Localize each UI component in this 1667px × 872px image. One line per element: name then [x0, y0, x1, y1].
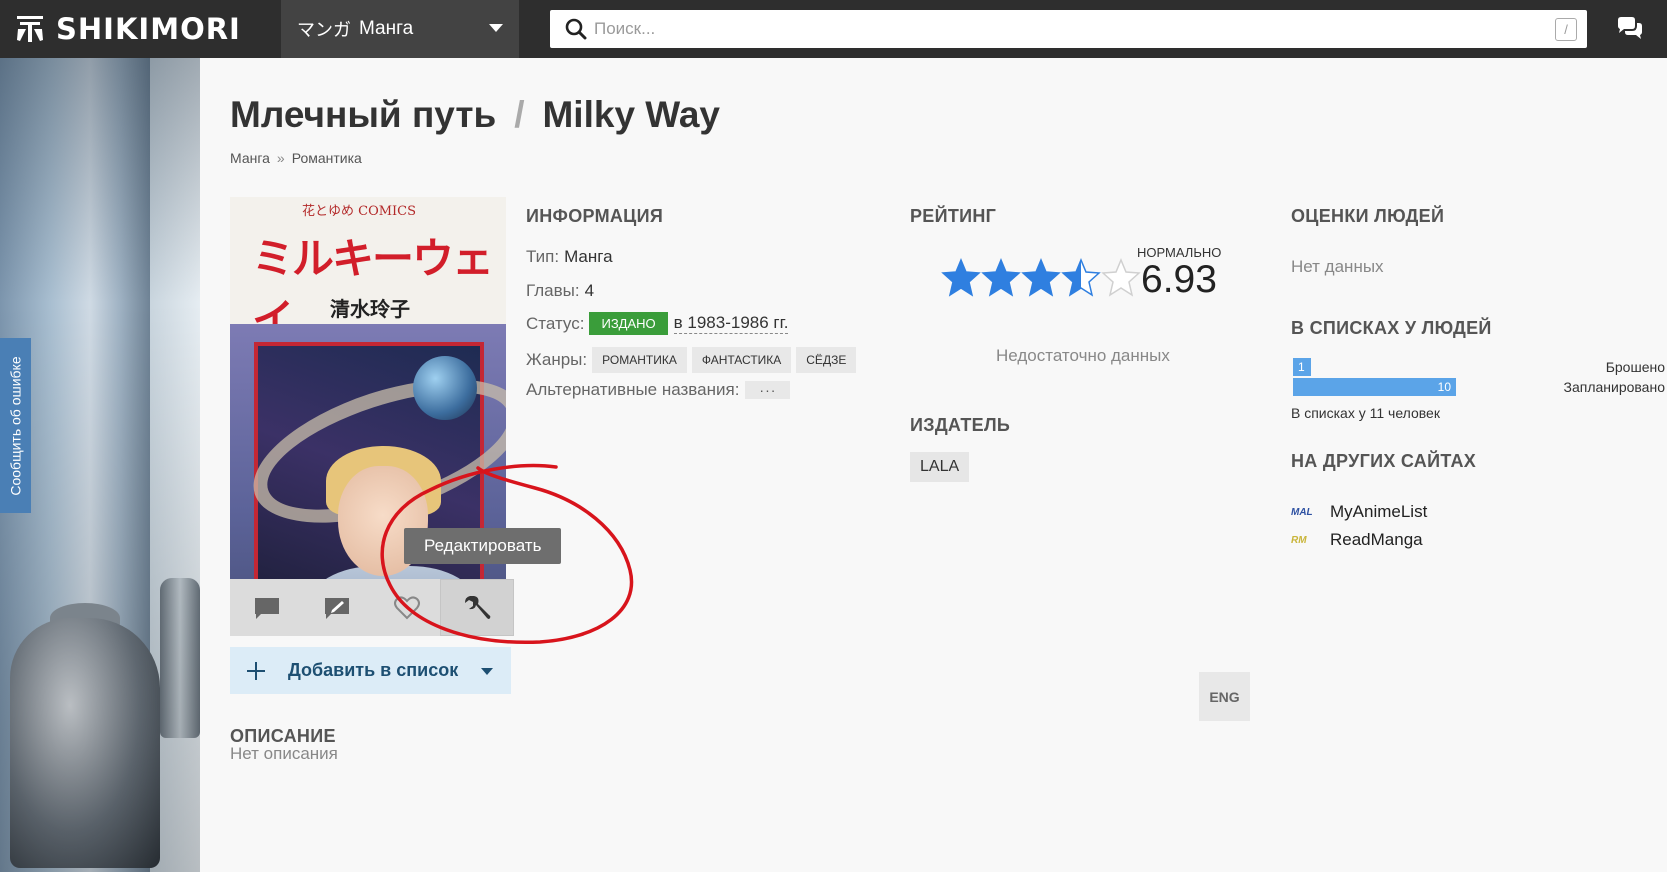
info-alt-names-label: Альтернативные названия: [526, 380, 740, 399]
star-icon [1061, 258, 1101, 297]
breadcrumb-manga[interactable]: Манга [230, 150, 270, 166]
publisher-tag[interactable]: LALA [910, 452, 970, 482]
main-content: Млечный путь / Milky Way Манга » Романтика 花… [200, 58, 1667, 872]
review-icon [325, 597, 349, 619]
user-list-status-label: Запланировано [1563, 379, 1666, 395]
search-icon [558, 10, 594, 48]
manga-poster[interactable]: 花とゆめ COMICS ミルキーウェイ 清水玲子 [230, 197, 506, 636]
report-error-label: Сообщить об ошибке [7, 355, 24, 496]
breadcrumb-separator: » [276, 150, 285, 166]
section-japanese-label: マンガ [297, 20, 351, 41]
search-input[interactable] [594, 19, 1494, 39]
info-status-row: Статус: издано в 1983-1986 гг. [526, 312, 789, 335]
title-separator: / [514, 94, 525, 135]
poster-action-bar [230, 579, 514, 636]
info-chapters-label: Главы: [526, 281, 580, 300]
genre-tag[interactable]: романтика [592, 347, 687, 373]
chevron-down-icon[interactable] [481, 668, 493, 675]
rating-stars [941, 258, 1141, 298]
status-badge: издано [589, 312, 668, 335]
favorite-button[interactable] [370, 579, 444, 636]
star-icon [1021, 258, 1061, 297]
edit-tooltip: Редактировать [404, 528, 562, 564]
user-list-count: 10 [1437, 380, 1451, 394]
user-lists-header: В списках у людей [1291, 318, 1492, 338]
star-icon [941, 258, 981, 297]
search-bar: / [550, 10, 1587, 48]
user-list-count: 1 [1298, 360, 1305, 374]
report-error-tab[interactable]: Сообщить об ошибке [0, 338, 31, 513]
rating-header: Рейтинг [910, 206, 997, 226]
english-description-button[interactable]: ENG [1199, 672, 1250, 721]
description-empty: Нет описания [230, 744, 338, 763]
other-sites-header: На других сайтах [1291, 451, 1477, 471]
user-list-bar[interactable]: 10 [1293, 378, 1456, 396]
plus-icon [230, 661, 282, 680]
breadcrumb-romance[interactable]: Романтика [292, 150, 362, 166]
people-scores-empty: Нет данных [1291, 257, 1384, 276]
genre-tag[interactable]: фантастика [691, 347, 792, 373]
site-logo[interactable]: SHIKIMORI [14, 10, 241, 48]
chevron-down-icon [489, 24, 503, 32]
genre-tag[interactable]: сёдзе [796, 347, 857, 373]
edit-button[interactable] [440, 579, 514, 636]
user-lists-total[interactable]: В списках у 11 человек [1291, 405, 1440, 421]
wrench-icon [465, 595, 491, 619]
chat-bubbles-icon[interactable] [1615, 14, 1645, 44]
info-chapters-row: Главы: 4 [526, 281, 594, 301]
info-genres-label: Жанры: [526, 350, 588, 369]
publisher-header: Издатель [910, 415, 1011, 435]
add-to-list-label: Добавить в список [288, 660, 459, 680]
add-to-list-button[interactable]: Добавить в список [230, 647, 511, 694]
search-hotkey-hint: / [1555, 18, 1577, 41]
info-status-label: Статус: [526, 313, 585, 333]
poster-author-jp: 清水玲子 [330, 297, 410, 321]
poster-planet [413, 356, 477, 420]
poster-imprint: 花とゆめ COMICS [302, 204, 417, 219]
star-icon [1101, 258, 1141, 297]
poster-header: 花とゆめ COMICS ミルキーウェイ 清水玲子 [230, 197, 506, 344]
rating-not-enough-data: Недостаточно данных [996, 346, 1170, 365]
people-scores-header: Оценки людей [1291, 206, 1445, 226]
info-alt-names-row: Альтернативные названия: ··· [526, 380, 791, 400]
user-list-bar[interactable]: 1 [1293, 358, 1311, 376]
title-english: Milky Way [542, 94, 721, 135]
title-russian: Млечный путь [230, 94, 497, 135]
info-header: Информация [526, 206, 664, 226]
info-genres-row: Жанры: романтика фантастика сёдзе [526, 347, 857, 373]
page-title: Млечный путь / Milky Way [230, 94, 720, 136]
alt-names-expand-button[interactable]: ··· [745, 381, 791, 399]
review-button[interactable] [300, 579, 374, 636]
comment-icon [255, 597, 279, 619]
rating-score: 6.93 [1141, 258, 1217, 301]
breadcrumb: Манга » Романтика [230, 150, 362, 166]
user-list-status-label: Брошено [1605, 359, 1665, 375]
mal-icon: MAL [1291, 506, 1313, 518]
external-link-label: ReadManga [1330, 530, 1423, 549]
site-logo-text: SHIKIMORI [56, 12, 241, 46]
info-type-label: Тип: [526, 247, 560, 266]
section-dropdown[interactable]: マンガ Манга [281, 0, 519, 58]
readmanga-icon: RM [1291, 534, 1307, 546]
external-link-label: MyAnimeList [1330, 502, 1428, 521]
comments-button[interactable] [230, 579, 304, 636]
external-link-readmanga[interactable]: RM ReadManga [1291, 530, 1423, 550]
info-chapters-value: 4 [584, 281, 595, 300]
shikimori-logo-icon [17, 16, 43, 42]
external-link-myanimelist[interactable]: MAL MyAnimeList [1291, 502, 1427, 522]
top-navigation-bar: SHIKIMORI マンガ Манга / [0, 0, 1667, 58]
info-type-row: Тип: Манга [526, 247, 613, 267]
section-label: Манга [359, 18, 414, 39]
favorite-heart-icon [394, 595, 420, 619]
star-icon [981, 258, 1021, 297]
status-years[interactable]: в 1983-1986 гг. [673, 313, 789, 334]
info-type-value[interactable]: Манга [564, 247, 612, 267]
